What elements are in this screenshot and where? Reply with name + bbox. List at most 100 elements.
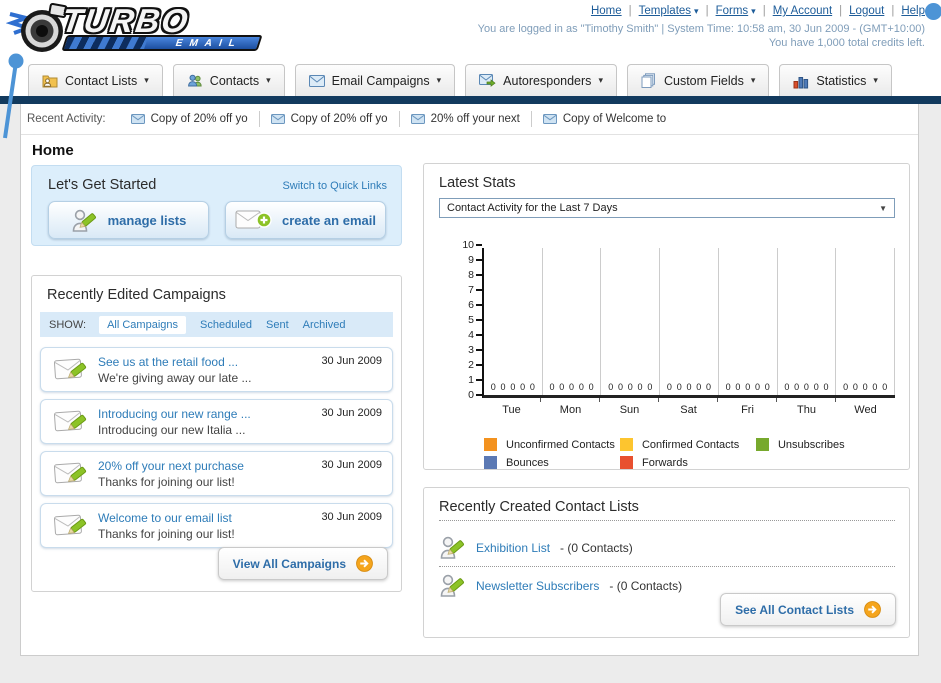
value-label: 0	[617, 382, 623, 392]
campaign-title-link[interactable]: 20% off your next purchase	[98, 459, 244, 473]
value-label: 0	[745, 382, 751, 392]
link-separator: |	[762, 5, 766, 17]
tab-contact-lists[interactable]: Contact Lists ▾	[28, 64, 163, 96]
recent-activity-item[interactable]: 20% off your next	[400, 111, 532, 127]
legend-item: Unconfirmed Contacts	[484, 438, 620, 451]
chart-legend: Unconfirmed Contacts Confirmed Contacts Un…	[484, 438, 892, 474]
chart-value-labels: 00000	[780, 382, 834, 392]
filter-tab-scheduled[interactable]: Scheduled	[200, 319, 252, 331]
value-label: 0	[520, 382, 526, 392]
campaign-date: 30 Jun 2009	[321, 511, 382, 523]
y-axis-label: 10	[462, 239, 474, 251]
legend-item: Forwards	[619, 456, 756, 469]
tab-statistics[interactable]: Statistics ▾	[779, 64, 892, 96]
campaign-text: Welcome to our email list Thanks for join…	[98, 511, 235, 541]
chart-xlabels: Tue Mon Sun Sat Fri Thu Wed	[482, 398, 895, 416]
header-link-forms[interactable]: Forms ▾	[716, 5, 756, 17]
tab-autoresponders[interactable]: Autoresponders ▾	[465, 64, 617, 96]
chevron-down-icon: ▾	[750, 75, 756, 85]
legend-label: Unsubscribes	[777, 438, 845, 451]
contact-list-detail: - (0 Contacts)	[560, 540, 633, 555]
get-started-panel: Let's Get Started Switch to Quick Links …	[31, 165, 402, 246]
y-axis-tick	[476, 244, 482, 246]
person-pencil-icon	[439, 572, 466, 599]
get-started-title: Let's Get Started	[48, 177, 157, 193]
logo-sub: EMAIL	[174, 37, 244, 49]
chart-value-labels: 00000	[603, 382, 657, 392]
campaigns-title: Recently Edited Campaigns	[47, 287, 226, 303]
y-axis-tick	[476, 349, 482, 351]
header-link-home[interactable]: Home	[591, 5, 622, 17]
recent-activity-item[interactable]: Copy of 20% off yo	[260, 111, 400, 127]
value-label: 0	[882, 382, 888, 392]
chart-value-labels: 00000	[721, 382, 775, 392]
chevron-down-icon: ▾	[751, 6, 756, 16]
see-all-contact-lists-button[interactable]: See All Contact Lists	[720, 593, 896, 626]
value-label: 0	[549, 382, 555, 392]
filter-tab-sent[interactable]: Sent	[266, 319, 289, 331]
folder-user-icon	[42, 73, 58, 89]
recent-activity-item[interactable]: Copy of Welcome to	[532, 111, 677, 127]
y-axis-tick	[476, 334, 482, 336]
create-an-email-button[interactable]: create an email	[225, 201, 386, 239]
link-separator: |	[705, 5, 709, 17]
legend-label: Confirmed Contacts	[641, 438, 740, 451]
campaign-item: Introducing our new range ... Introducing…	[40, 399, 393, 444]
tab-label: Contacts	[209, 73, 260, 88]
value-label: 0	[843, 382, 849, 392]
value-label: 0	[578, 382, 584, 392]
header-link-my-account[interactable]: My Account	[773, 5, 832, 17]
stats-dropdown[interactable]: Contact Activity for the Last 7 Days ▼	[439, 198, 895, 218]
contact-list-link[interactable]: Exhibition List	[476, 541, 550, 555]
person-pencil-icon	[439, 534, 466, 561]
y-axis-label: 5	[468, 314, 474, 326]
bar-chart-icon	[793, 73, 809, 89]
header-link-help[interactable]: Help	[901, 5, 925, 17]
envelope-plus-icon	[235, 208, 272, 232]
chart-group: 00000	[543, 248, 602, 395]
campaign-title-link[interactable]: Introducing our new range ...	[98, 407, 251, 421]
tab-email-campaigns[interactable]: Email Campaigns ▾	[294, 64, 456, 96]
campaign-subtitle: Introducing our new Italia ...	[98, 422, 246, 437]
value-label: 0	[872, 382, 878, 392]
campaign-text: 20% off your next purchase Thanks for joi…	[98, 459, 244, 489]
chart-group: 00000	[836, 248, 896, 395]
envelope-arrow-icon	[479, 74, 496, 87]
switch-quick-links-link[interactable]: Switch to Quick Links	[282, 180, 387, 192]
header-link-templates[interactable]: Templates ▾	[639, 5, 699, 17]
recent-activity-item[interactable]: Copy of 20% off yo	[120, 111, 260, 127]
chevron-down-icon: ▼	[879, 203, 887, 213]
y-axis-tick	[476, 289, 482, 291]
main-content: Recent Activity: Copy of 20% off yo Copy …	[20, 104, 919, 656]
value-label: 0	[803, 382, 809, 392]
legend-label: Bounces	[506, 456, 549, 469]
contact-list-link[interactable]: Newsletter Subscribers	[476, 579, 599, 593]
value-label: 0	[500, 382, 506, 392]
value-label: 0	[764, 382, 770, 392]
campaign-title-link[interactable]: See us at the retail food ...	[98, 355, 251, 369]
chart-value-labels: 00000	[662, 382, 716, 392]
tab-custom-fields[interactable]: Custom Fields ▾	[626, 64, 770, 96]
tab-contacts[interactable]: Contacts ▾	[172, 64, 285, 96]
header-link-logout[interactable]: Logout	[849, 5, 884, 17]
x-axis-label: Sun	[600, 398, 659, 416]
campaign-subtitle: Thanks for joining our list!	[98, 526, 235, 541]
value-label: 0	[754, 382, 760, 392]
value-label: 0	[794, 382, 800, 392]
view-all-campaigns-button[interactable]: View All Campaigns	[217, 547, 388, 580]
needle-decoration	[0, 50, 28, 145]
x-axis-label: Sat	[659, 398, 718, 416]
envelope-pencil-icon	[54, 460, 98, 488]
value-label: 0	[647, 382, 653, 392]
campaigns-panel: Recently Edited Campaigns SHOW: All Camp…	[31, 275, 402, 592]
campaign-title-link[interactable]: Welcome to our email list	[98, 511, 235, 525]
y-axis-tick	[476, 379, 482, 381]
latest-stats-title: Latest Stats	[439, 175, 516, 191]
manage-lists-button[interactable]: manage lists	[48, 201, 209, 239]
value-label: 0	[627, 382, 633, 392]
y-axis-label: 3	[468, 344, 474, 356]
filter-tab-archived[interactable]: Archived	[303, 319, 346, 331]
view-all-wrap: View All Campaigns	[217, 547, 388, 580]
campaign-date: 30 Jun 2009	[321, 407, 382, 419]
filter-tab-all-campaigns[interactable]: All Campaigns	[99, 315, 186, 334]
